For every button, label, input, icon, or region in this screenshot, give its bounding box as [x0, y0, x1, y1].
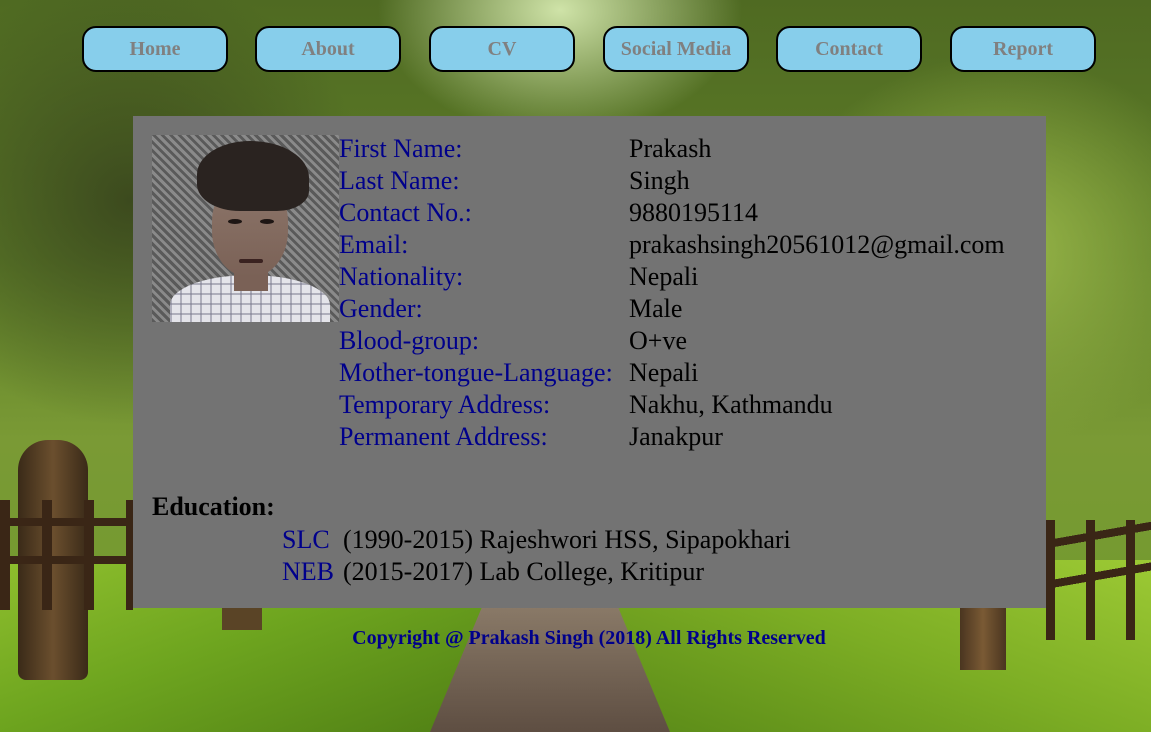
info-value: Male: [629, 294, 683, 323]
info-row-last-name: Last Name: Singh: [339, 165, 1005, 197]
info-value: Prakash: [629, 134, 712, 163]
education-item: NEB (2015-2017) Lab College, Kritipur: [282, 556, 791, 588]
top-navigation: Home About CV Social Media Contact Repor…: [0, 0, 1151, 90]
nav-cv-button[interactable]: CV: [429, 26, 575, 72]
copyright-footer: Copyright @ Prakash Singh (2018) All Rig…: [352, 627, 826, 649]
info-label: Contact No.:: [339, 198, 472, 227]
nav-home-button[interactable]: Home: [82, 26, 228, 72]
info-row-temporary-address: Temporary Address: Nakhu, Kathmandu: [339, 389, 1005, 421]
info-row-email: Email: prakashsingh20561012@gmail.com: [339, 229, 1005, 261]
info-label: Email:: [339, 230, 409, 259]
education-heading: Education:: [152, 492, 275, 521]
personal-info-table: First Name: Prakash Last Name: Singh Con…: [339, 133, 1005, 453]
education-level: SLC: [282, 525, 330, 554]
info-value: 9880195114: [629, 198, 759, 227]
education-detail: (1990-2015) Rajeshwori HSS, Sipapokhari: [343, 525, 791, 554]
info-row-permanent-address: Permanent Address: Janakpur: [339, 421, 1005, 453]
info-label: Gender:: [339, 294, 423, 323]
info-label: First Name:: [339, 134, 463, 163]
info-label: Nationality:: [339, 262, 464, 291]
info-label: Permanent Address:: [339, 422, 548, 451]
nav-about-button[interactable]: About: [255, 26, 401, 72]
education-list: SLC (1990-2015) Rajeshwori HSS, Sipapokha…: [282, 524, 791, 588]
info-label: Temporary Address:: [339, 390, 551, 419]
nav-report-button[interactable]: Report: [950, 26, 1096, 72]
info-label: Mother-tongue-Language:: [339, 358, 613, 387]
info-row-gender: Gender: Male: [339, 293, 1005, 325]
info-row-mother-tongue: Mother-tongue-Language: Nepali: [339, 357, 1005, 389]
info-value: Singh: [629, 166, 690, 195]
info-value: Janakpur: [629, 422, 723, 451]
education-level: NEB: [282, 557, 334, 586]
nav-contact-button[interactable]: Contact: [776, 26, 922, 72]
info-row-first-name: First Name: Prakash: [339, 133, 1005, 165]
info-value: Nepali: [629, 358, 699, 387]
profile-panel: First Name: Prakash Last Name: Singh Con…: [133, 116, 1046, 608]
info-row-blood-group: Blood-group: O+ve: [339, 325, 1005, 357]
info-row-contact: Contact No.: 9880195114: [339, 197, 1005, 229]
info-label: Last Name:: [339, 166, 460, 195]
info-value: Nepali: [629, 262, 699, 291]
info-label: Blood-group:: [339, 326, 480, 355]
education-detail: (2015-2017) Lab College, Kritipur: [343, 557, 705, 586]
info-value: Nakhu, Kathmandu: [629, 390, 833, 419]
info-value: prakashsingh20561012@gmail.com: [629, 230, 1005, 259]
nav-social-media-button[interactable]: Social Media: [603, 26, 749, 72]
profile-photo: [152, 135, 339, 322]
info-value: O+ve: [629, 326, 687, 355]
education-item: SLC (1990-2015) Rajeshwori HSS, Sipapokha…: [282, 524, 791, 556]
info-row-nationality: Nationality: Nepali: [339, 261, 1005, 293]
